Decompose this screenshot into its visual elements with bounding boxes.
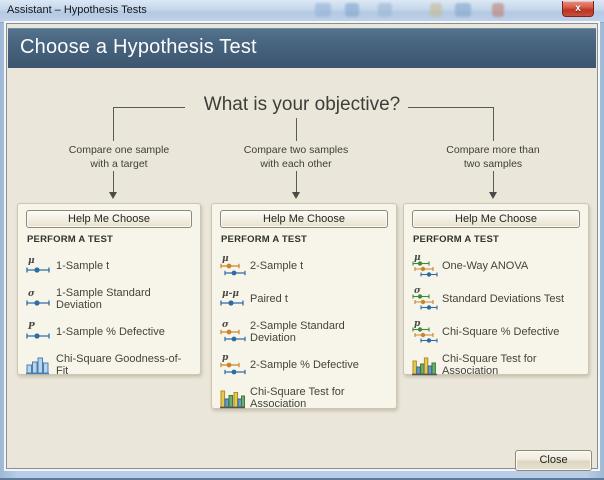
panel-one-sample: Help Me Choose PERFORM A TEST μ 1-Sample… [17,203,201,375]
test-item-standard-deviations-test[interactable]: σ Standard Deviations Test [412,282,580,315]
perform-a-test-heading: PERFORM A TEST [221,234,388,245]
test-item-label: 1-Sample t [56,260,109,272]
test-item-2-sample-stdev[interactable]: σ 2-Sample Standard Deviation [220,315,388,348]
branch-label-line: Compare more than [418,144,568,158]
connector-line [493,107,494,141]
objective-question: What is your objective? [7,94,597,116]
svg-text:μ-μ: μ-μ [222,289,239,299]
help-me-choose-button[interactable]: Help Me Choose [220,210,388,228]
connector-line [113,107,185,108]
blue-bar-chart-icon [26,354,56,376]
test-item-label: 2-Sample Standard Deviation [250,320,388,344]
panel-more-samples: Help Me Choose PERFORM A TEST μ [403,203,589,375]
sigma-one-interval-icon: σ [26,288,56,310]
grouped-bar-chart-icon [220,386,250,410]
connector-line [296,118,297,141]
svg-text:μ: μ [222,254,229,264]
svg-text:P: P [27,322,35,332]
test-item-paired-t[interactable]: μ-μ Paired t [220,282,388,315]
test-item-1-sample-t[interactable]: μ 1-Sample t [26,249,192,282]
titlebar-glass-reflection [315,3,331,17]
assistant-window: Assistant – Hypothesis Tests x Choose a … [0,0,604,480]
multi-bar-chart-icon [412,353,442,377]
test-item-label: Standard Deviations Test [442,293,564,305]
test-item-2-sample-t[interactable]: μ 2-Sample t [220,249,388,282]
branch-label-more-samples: Compare more than two samples [418,144,568,171]
titlebar-glass-reflection [492,3,504,17]
titlebar-glass-reflection [430,3,442,17]
test-item-label: Chi-Square Goodness-of-Fit [56,353,192,377]
page-title: Choose a Hypothesis Test [20,36,257,59]
mu-one-interval-icon: μ [26,255,56,277]
test-item-label: One-Way ANOVA [442,260,528,272]
svg-text:σ: σ [28,289,35,299]
titlebar-glass-reflection [455,3,471,17]
branch-label-line: with a target [44,158,194,172]
test-item-label: 1-Sample % Defective [56,326,165,338]
svg-text:μ: μ [28,256,35,266]
window-frame: Choose a Hypothesis Test What is your ob… [0,23,604,480]
test-item-label: 2-Sample % Defective [250,359,359,371]
help-me-choose-button[interactable]: Help Me Choose [412,210,580,228]
branch-label-line: with each other [221,158,371,172]
mu-minus-mu-interval-icon: μ-μ [220,288,250,310]
svg-text:p: p [222,353,229,363]
p-one-interval-icon: P [26,321,56,343]
branch-label-two-samples: Compare two samples with each other [221,144,371,171]
sigma-three-interval-icon: σ [412,285,442,313]
branch-label-line: two samples [418,158,568,172]
sigma-two-interval-icon: σ [220,319,250,345]
test-item-1-sample-pct-defective[interactable]: P 1-Sample % Defective [26,315,192,348]
test-item-label: Chi-Square % Defective [442,326,559,338]
test-item-chi-square-association[interactable]: Chi-Square Test for Association [412,348,580,381]
connector-line [408,107,494,108]
help-me-choose-button[interactable]: Help Me Choose [26,210,192,228]
branch-label-line: Compare two samples [221,144,371,158]
test-item-label: Paired t [250,293,288,305]
branch-label-line: Compare one sample [44,144,194,158]
test-item-chi-square-gof[interactable]: Chi-Square Goodness-of-Fit [26,348,192,381]
connector-line [113,107,114,141]
window-title: Assistant – Hypothesis Tests [7,4,147,16]
test-item-label: 1-Sample Standard Deviation [56,287,192,311]
mu-three-interval-icon: μ [412,252,442,280]
test-item-2-sample-pct-defective[interactable]: p 2-Sample % Defective [220,348,388,381]
p-two-interval-icon: p [220,352,250,378]
test-item-chi-square-association[interactable]: Chi-Square Test for Association [220,381,388,414]
close-window-button[interactable]: x [562,1,594,17]
dialog-body: Choose a Hypothesis Test What is your ob… [6,23,598,469]
titlebar-glass-reflection [378,3,392,17]
titlebar[interactable]: Assistant – Hypothesis Tests x [0,0,604,23]
test-item-one-way-anova[interactable]: μ One-Way ANOVA [412,249,580,282]
p-three-interval-icon: p [412,318,442,346]
titlebar-glass-reflection [345,3,359,17]
mu-two-interval-icon: μ [220,253,250,279]
dialog-header: Choose a Hypothesis Test [8,28,596,68]
test-item-label: Chi-Square Test for Association [442,353,580,377]
close-icon: x [575,3,581,14]
branch-label-one-sample: Compare one sample with a target [44,144,194,171]
perform-a-test-heading: PERFORM A TEST [27,234,192,245]
test-item-label: Chi-Square Test for Association [250,386,388,410]
test-item-label: 2-Sample t [250,260,303,272]
perform-a-test-heading: PERFORM A TEST [413,234,580,245]
svg-text:σ: σ [222,320,229,330]
test-item-1-sample-stdev[interactable]: σ 1-Sample Standard Deviation [26,282,192,315]
panel-two-samples: Help Me Choose PERFORM A TEST μ 2-Sample… [211,203,397,409]
test-item-chi-square-pct-defective[interactable]: p Chi-Square % Defective [412,315,580,348]
close-button[interactable]: Close [515,450,592,471]
